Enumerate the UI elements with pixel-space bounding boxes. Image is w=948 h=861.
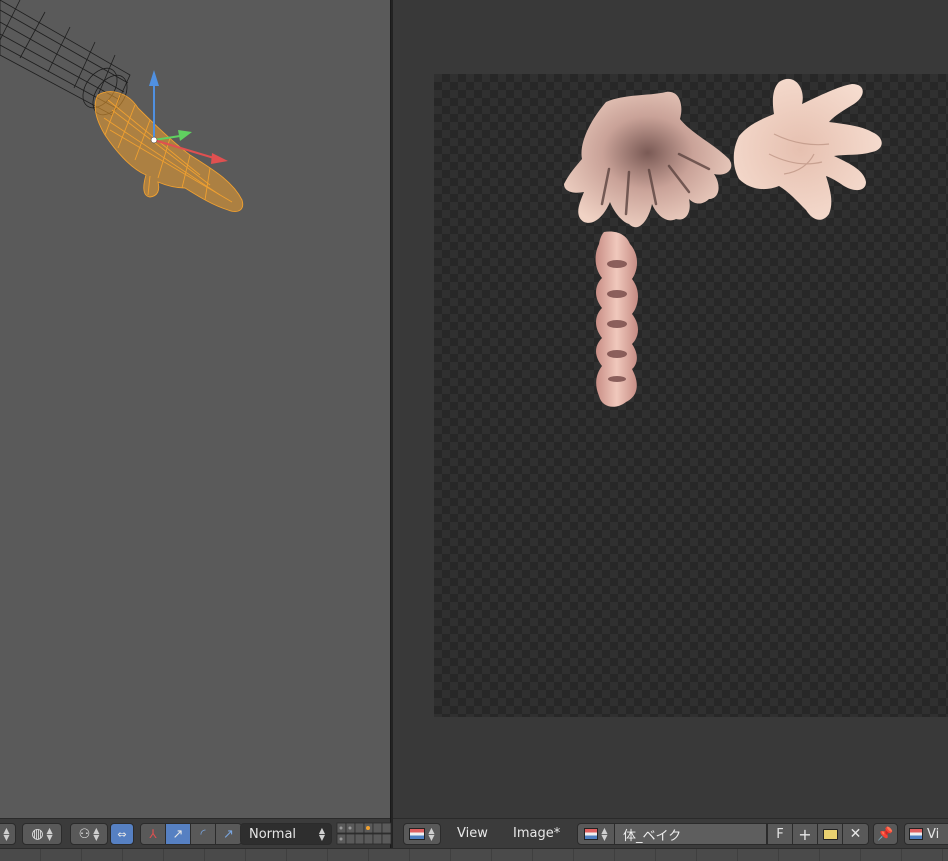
fake-user-label: F	[776, 826, 784, 842]
updown-arrows-icon: ▲ ▼	[93, 826, 100, 842]
image-icon	[584, 828, 599, 840]
image-icon-2	[909, 828, 923, 840]
arc-icon: ◜	[200, 826, 206, 842]
3d-viewport-header: ▲ ▼ ◍ ▲ ▼ ⚇ ▲ ▼ ⇔ ⅄ ↗ ◜ ↗ Normal ▲ ▼	[0, 818, 392, 848]
editor-type-selector-partial[interactable]: ▲ ▼	[0, 823, 16, 845]
image-editor-header: ▲ ▼ View Image* ▲ ▼ 体_ベイク F + ✕ 📌 Vi	[393, 818, 948, 848]
overflow-label: Vi	[927, 826, 940, 842]
pin-icon: 📌	[877, 826, 894, 842]
transform-orientation-button[interactable]: ↗	[216, 824, 241, 844]
rotate-mode-button[interactable]: ↗	[166, 824, 191, 844]
viewport-shading-dropdown[interactable]: ◍ ▲ ▼	[22, 823, 62, 845]
y-axis-arrow-icon	[178, 130, 192, 141]
rotate-icon: ↗	[172, 826, 184, 842]
baked-texture	[564, 78, 882, 407]
uv-image-editor[interactable]	[393, 0, 948, 818]
new-image-button[interactable]: +	[793, 824, 818, 844]
plus-icon: +	[798, 824, 812, 844]
image-name-field[interactable]: 体_ベイク	[614, 823, 767, 845]
updown-arrows-icon: ▲ ▼	[3, 826, 10, 842]
updown-arrows-icon: ▲ ▼	[46, 826, 53, 842]
x-axis-arrow-icon	[211, 153, 228, 164]
image-editor-icon	[409, 828, 426, 840]
viewport-scene	[0, 0, 244, 212]
manipulator-toggle-button[interactable]: ⇔	[110, 823, 134, 845]
transform-orientation-dropdown[interactable]: Normal ▲ ▼	[240, 823, 332, 845]
pin-image-button[interactable]: 📌	[873, 823, 898, 845]
updown-arrows-icon: ▲ ▼	[428, 826, 435, 842]
viewport-shading-icon: ◍	[31, 826, 44, 842]
baked-image-canvas[interactable]	[434, 74, 948, 717]
uv-island-hand-palm	[733, 78, 882, 220]
display-channels-dropdown-partial[interactable]: Vi	[904, 823, 948, 845]
hand-wireframe-selected[interactable]	[94, 91, 244, 212]
translate-mode-button[interactable]: ⅄	[141, 824, 166, 844]
fake-user-button[interactable]: F	[768, 824, 793, 844]
unlink-image-button[interactable]: ✕	[843, 824, 868, 844]
folder-icon	[822, 828, 838, 840]
uv-island-hand-back	[564, 91, 732, 228]
menu-image[interactable]: Image*	[513, 826, 560, 841]
layers-icon	[336, 822, 392, 845]
scale-icon: ↗	[223, 826, 234, 842]
manipulator-mode-group: ⅄ ↗ ◜ ↗	[140, 823, 242, 845]
updown-arrows-icon: ▲ ▼	[318, 826, 325, 842]
updown-arrows-icon: ▲ ▼	[601, 826, 608, 842]
close-icon: ✕	[849, 826, 862, 842]
scale-mode-button[interactable]: ◜	[191, 824, 216, 844]
menu-view[interactable]: View	[457, 826, 488, 841]
open-image-button[interactable]	[818, 824, 843, 844]
timeline-strip	[0, 848, 948, 861]
uv-island-fingers	[595, 231, 638, 407]
editor-type-dropdown[interactable]: ▲ ▼	[403, 823, 441, 845]
layers-grid[interactable]	[336, 821, 392, 847]
manipulator-icon: ⇔	[117, 827, 127, 841]
image-browse-dropdown[interactable]: ▲ ▼	[577, 823, 615, 845]
image-actions-group: F + ✕	[767, 823, 869, 845]
pivot-point-dropdown[interactable]: ⚇ ▲ ▼	[70, 823, 108, 845]
transform-orientation-label: Normal	[249, 826, 297, 842]
pivot-icon: ⚇	[78, 826, 91, 842]
z-axis-arrow-icon	[149, 70, 159, 86]
blender-window: ▲ ▼ ◍ ▲ ▼ ⚇ ▲ ▼ ⇔ ⅄ ↗ ◜ ↗ Normal ▲ ▼ ▲ ▼…	[0, 0, 948, 861]
translate-icon: ⅄	[149, 827, 157, 841]
3d-viewport[interactable]	[0, 0, 390, 818]
